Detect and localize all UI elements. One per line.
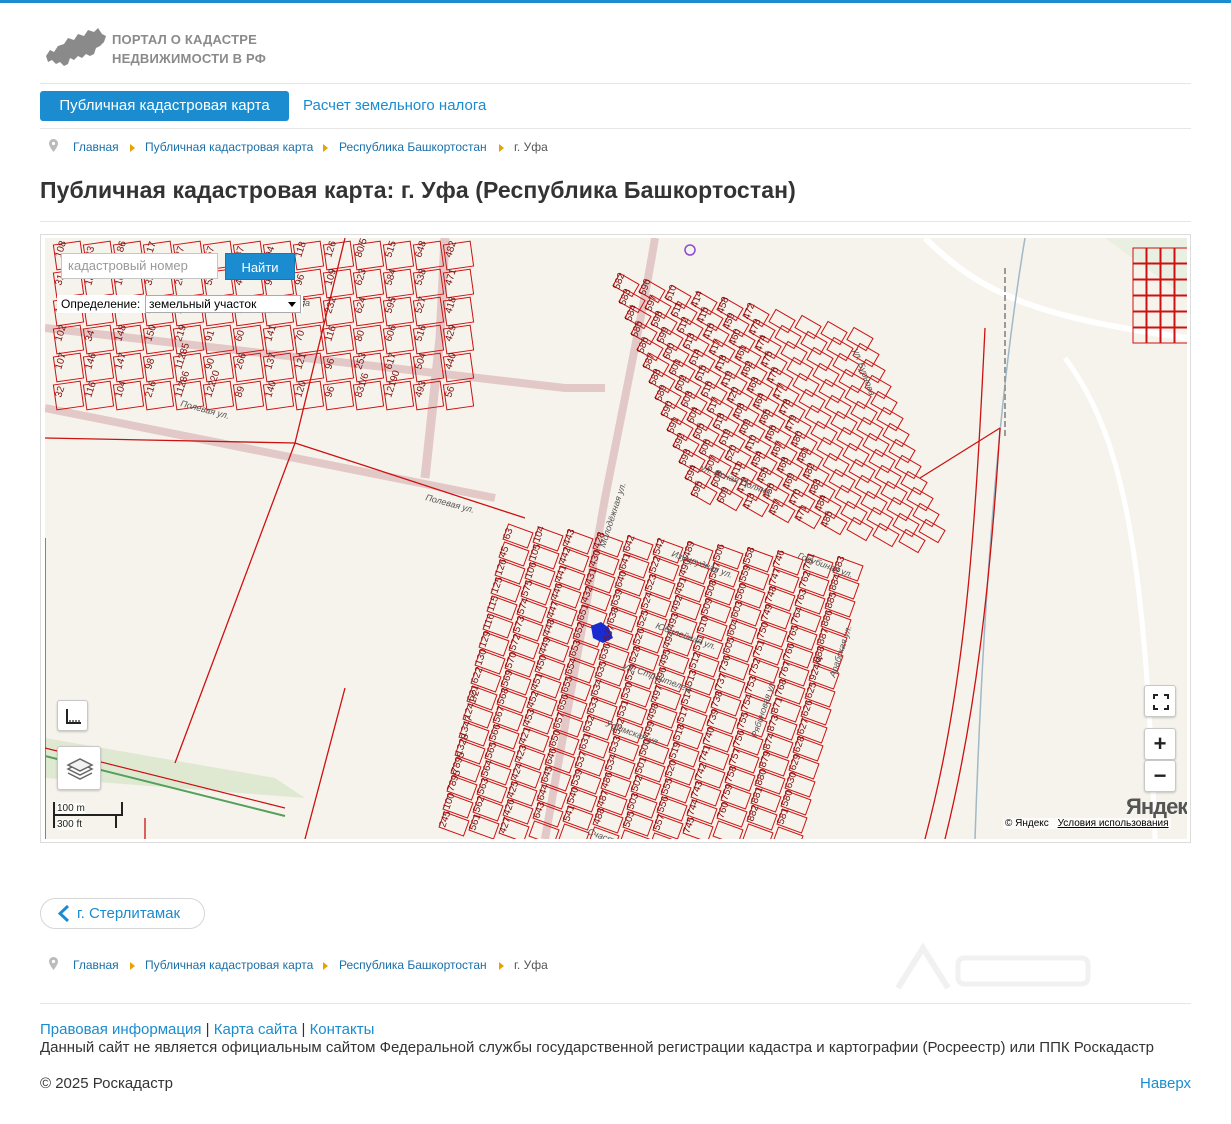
search-button[interactable]: Найти	[225, 253, 295, 280]
location-pin-icon	[49, 957, 58, 970]
breadcrumb-current: г. Уфа	[514, 958, 548, 972]
map-copyright: © Яндекс Условия использования	[1003, 818, 1171, 829]
scale-imperial: 300 ft	[57, 819, 83, 830]
breadcrumb-home[interactable]: Главная	[73, 139, 119, 155]
copyright-text: © Яндекс	[1005, 818, 1049, 829]
layers-icon	[66, 758, 94, 780]
fullscreen-icon	[1153, 694, 1169, 710]
breadcrumb-arrow-icon	[499, 144, 504, 152]
breadcrumb-arrow-icon	[130, 144, 135, 152]
scale-metric: 100 m	[57, 803, 85, 814]
breadcrumb-current: г. Уфа	[514, 140, 548, 154]
breadcrumb-arrow-icon	[130, 962, 135, 970]
map-canvas[interactable]: 1083112310210732331851063414611618610536…	[45, 238, 1187, 839]
logo-line-1: ПОРТАЛ О КАДАСТРЕ	[112, 32, 257, 47]
definition-panel: Определение: земельный участок	[57, 295, 303, 313]
breadcrumb-arrow-icon	[323, 962, 328, 970]
zoom-out-button[interactable]: −	[1144, 760, 1176, 792]
breadcrumb-region[interactable]: Республика Башкортостан	[339, 139, 487, 155]
logo-line-2: НЕДВИЖИМОСТИ В РФ	[112, 51, 267, 66]
footer-contacts-link[interactable]: Контакты	[310, 1021, 375, 1038]
yandex-logo[interactable]: Яндекс	[1126, 794, 1187, 820]
cadastral-map[interactable]: 1083112310210732331851063414611618610536…	[45, 238, 1187, 839]
terms-link[interactable]: Условия использования	[1058, 818, 1169, 829]
definition-select[interactable]: земельный участок	[145, 295, 301, 313]
cadastral-number-input[interactable]: кадастровый номер	[61, 253, 218, 279]
breadcrumb-region[interactable]: Республика Башкортостан	[339, 957, 487, 973]
prev-city-label: г. Стерлитамак	[77, 905, 181, 922]
breadcrumb-arrow-icon	[499, 962, 504, 970]
russia-map-icon	[46, 28, 106, 66]
prev-city-button[interactable]: г. Стерлитамак	[40, 898, 205, 929]
divider	[40, 128, 1191, 129]
definition-label: Определение:	[61, 297, 141, 311]
chevron-left-icon	[58, 905, 70, 922]
footer-legal-link[interactable]: Правовая информация	[40, 1021, 201, 1038]
divider	[40, 221, 1191, 222]
layers-button[interactable]	[57, 746, 101, 790]
definition-value: земельный участок	[149, 297, 257, 311]
footer-links: Правовая информация | Карта сайта | Конт…	[40, 1021, 375, 1038]
footer-disclaimer: Данный сайт не является официальным сайт…	[40, 1039, 1155, 1056]
page-title: Публичная кадастровая карта: г. Уфа (Рес…	[40, 177, 796, 203]
footer-copyright: © 2025 Роскадастр	[40, 1075, 173, 1092]
ruler-button[interactable]	[57, 700, 88, 731]
breadcrumb-public-map[interactable]: Публичная кадастровая карта	[145, 139, 313, 155]
site-logo[interactable]: ПОРТАЛ О КАДАСТРЕ НЕДВИЖИМОСТИ В РФ	[44, 24, 304, 70]
location-pin-icon	[49, 139, 58, 152]
watermark-logo	[895, 942, 1091, 990]
back-to-top-link[interactable]: Наверх	[1140, 1075, 1191, 1092]
top-accent-bar	[0, 0, 1231, 3]
map-container: 1083112310210732331851063414611618610536…	[40, 234, 1191, 843]
breadcrumb-arrow-icon	[323, 144, 328, 152]
breadcrumb-home[interactable]: Главная	[73, 957, 119, 973]
footer-sitemap-link[interactable]: Карта сайта	[214, 1021, 298, 1038]
breadcrumb-public-map[interactable]: Публичная кадастровая карта	[145, 957, 313, 973]
nav-land-tax-calc[interactable]: Расчет земельного налога	[303, 91, 486, 121]
ruler-icon	[66, 709, 81, 724]
map-scale: 100 m 300 ft	[53, 801, 133, 835]
divider	[40, 1003, 1191, 1004]
zoom-in-button[interactable]: +	[1144, 728, 1176, 760]
divider	[40, 83, 1191, 84]
yandex-logo-text: Яндекс	[1126, 794, 1187, 819]
nav-public-cadastral-map[interactable]: Публичная кадастровая карта	[40, 91, 289, 121]
fullscreen-button[interactable]	[1144, 685, 1176, 717]
dropdown-arrow-icon	[288, 302, 296, 307]
